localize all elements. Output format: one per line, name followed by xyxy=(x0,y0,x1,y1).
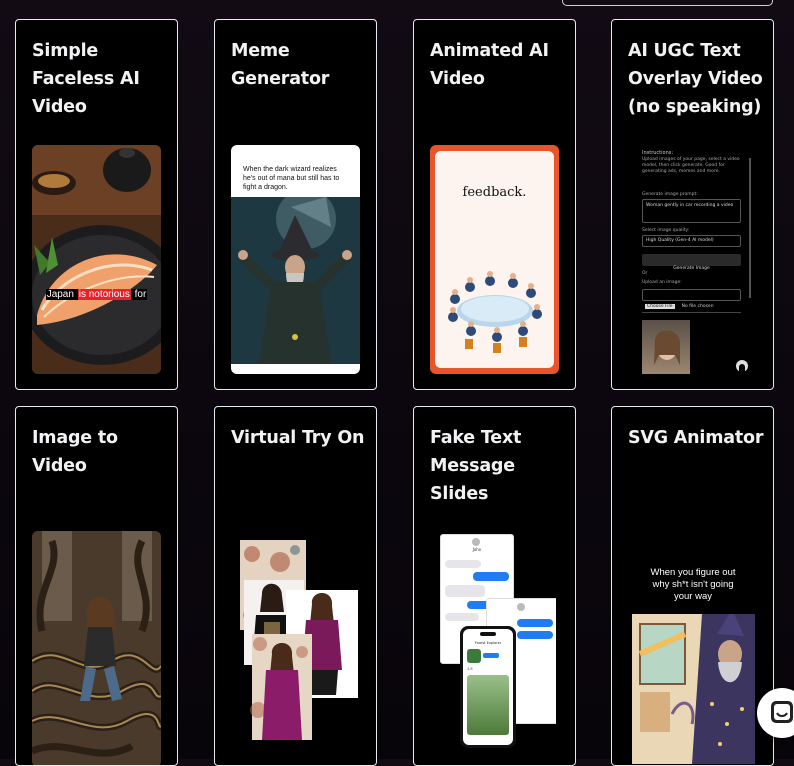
record-icon xyxy=(736,360,748,372)
card-meme-generator[interactable]: Meme Generator When the dark wizard real… xyxy=(214,19,377,390)
prompt-textarea: Woman gently in car recording a video xyxy=(642,199,741,223)
card-animated-ai-video[interactable]: Animated AI Video feedback. xyxy=(413,19,576,390)
chat-bubble-icon xyxy=(771,701,793,723)
card-title: AI UGC Text Overlay Video (no speaking) xyxy=(628,41,763,117)
upload-label: Upload an image: xyxy=(642,280,682,285)
ugc-preview-video xyxy=(642,320,690,374)
card-image-to-video[interactable]: Image to Video xyxy=(15,406,178,766)
thumbnail-ugc-form: Instructions: Upload images of your page… xyxy=(638,148,758,374)
thumbnail-animated-phone: feedback. xyxy=(430,145,559,374)
scrollbar xyxy=(749,158,751,298)
chat-widget-button[interactable] xyxy=(757,688,794,738)
quality-select: High Quality (Gen-4 AI model) xyxy=(642,235,741,247)
card-simple-faceless-ai-video[interactable]: Simple Faceless AI Video Japan is notori… xyxy=(15,19,178,390)
card-virtual-try-on[interactable]: Virtual Try On xyxy=(214,406,377,766)
file-input: Choose File No file chosen xyxy=(642,289,741,309)
video-caption: Japan is notorious for xyxy=(45,289,148,300)
card-title: Simple Faceless AI Video xyxy=(32,41,140,117)
instructions-text: Upload images of your page, select a vid… xyxy=(642,157,740,174)
card-ai-ugc-text-overlay-video[interactable]: AI UGC Text Overlay Video (no speaking) … xyxy=(611,19,774,390)
feedback-word: feedback. xyxy=(462,185,527,200)
thumbnail-snakes xyxy=(32,531,161,765)
card-title: Animated AI Video xyxy=(430,41,549,89)
phone-mockup: Forest Explorer 4.8 xyxy=(460,626,516,748)
quality-label: Select image quality: xyxy=(642,228,690,233)
card-title: Fake Text Message Slides xyxy=(430,428,522,504)
card-fake-text-message-slides[interactable]: Fake Text Message Slides John Forest Exp… xyxy=(413,406,576,766)
card-svg-animator[interactable]: SVG Animator When you figure out why sh*… xyxy=(611,406,774,766)
thumbnail-try-on xyxy=(240,540,360,740)
svg-animator-caption: When you figure out why sh*t isn't going… xyxy=(650,567,736,602)
thumbnail-sushi: Japan is notorious for xyxy=(32,145,161,374)
or-label: Or xyxy=(642,271,648,276)
generate-image-button: Generate Image xyxy=(642,254,741,271)
card-title: Image to Video xyxy=(32,428,118,476)
prompt-label: Generate image prompt: xyxy=(642,192,698,197)
thumbnail-text-slides: John Forest Explorer 4.8 xyxy=(440,534,556,750)
card-title: SVG Animator xyxy=(628,428,764,448)
thumbnail-wizard-illustration xyxy=(632,614,755,764)
divider xyxy=(642,312,741,313)
meme-text: When the dark wizard realizes he's out o… xyxy=(243,166,340,191)
top-panel-edge xyxy=(562,0,773,6)
instructions-label: Instructions: xyxy=(642,150,674,156)
thumbnail-meme: When the dark wizard realizes he's out o… xyxy=(231,145,360,374)
card-title: Meme Generator xyxy=(231,41,330,89)
card-title: Virtual Try On xyxy=(231,428,365,448)
